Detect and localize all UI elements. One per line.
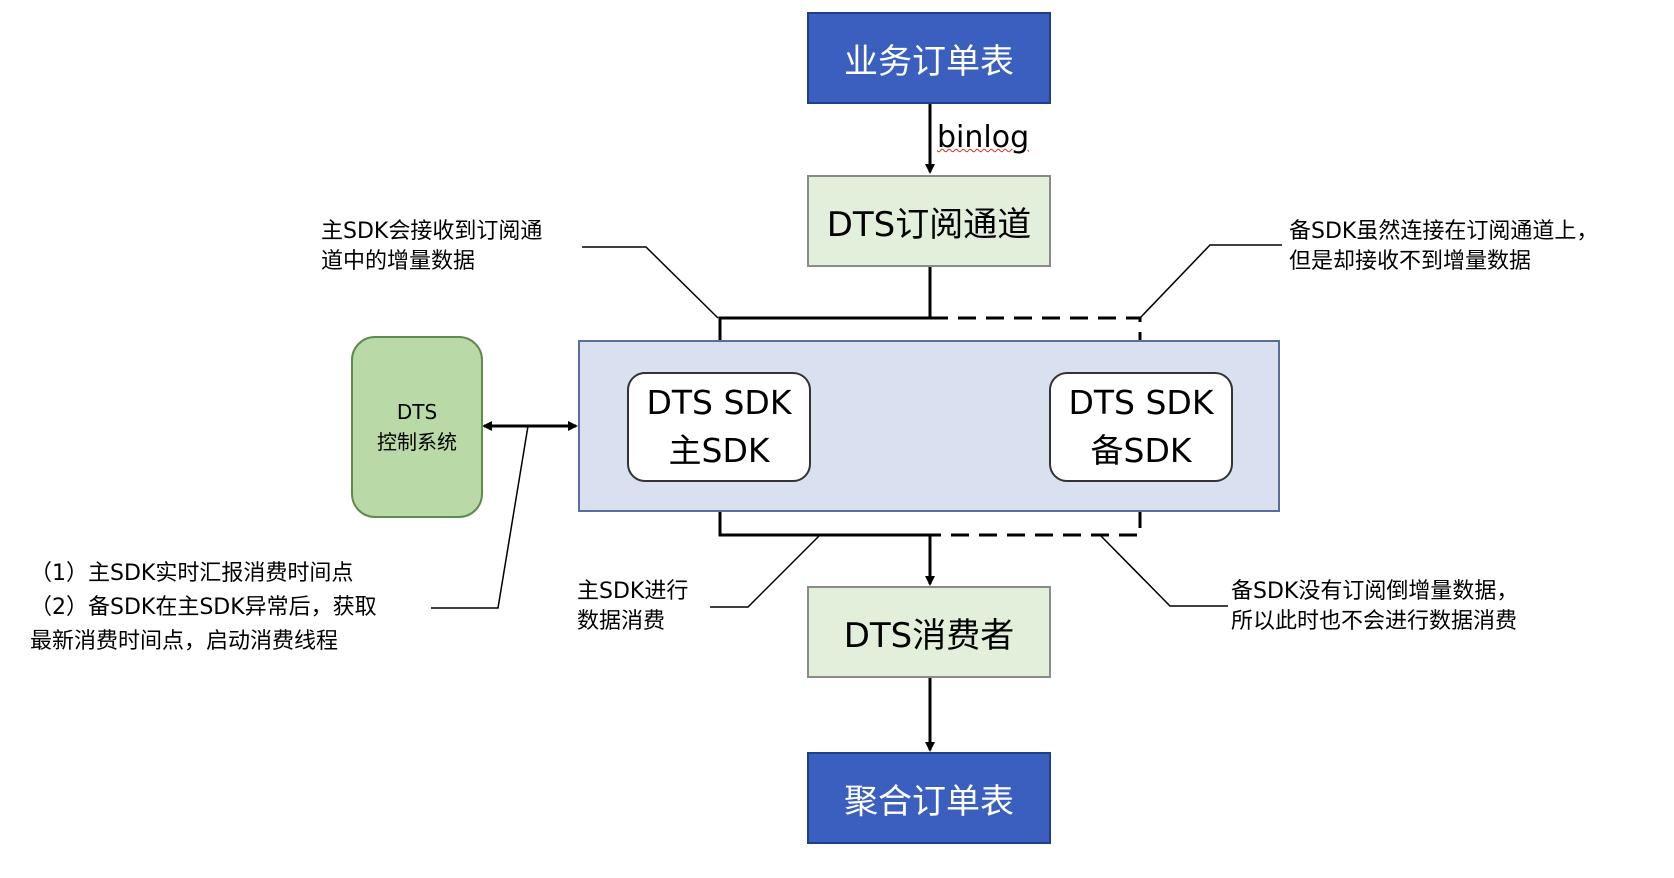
- agg-table-node: 聚合订单表: [807, 752, 1051, 844]
- order-table-node: 业务订单表: [807, 12, 1051, 104]
- backup-sdk-line2: 备SDK: [1090, 431, 1192, 470]
- primary-sdk-node: DTS SDK 主SDK: [627, 372, 811, 482]
- backup-sdk-node: DTS SDK 备SDK: [1049, 372, 1233, 482]
- control-system-line1: DTS: [396, 400, 438, 424]
- note-primary-receive: 主SDK会接收到订阅通 道中的增量数据: [321, 219, 543, 274]
- note-primary-consume: 主SDK进行 数据消费: [577, 579, 689, 634]
- callout-backup-connected: [1139, 244, 1282, 319]
- note-backup-no-consume: 备SDK没有订阅倒增量数据， 所以此时也不会进行数据消费: [1231, 579, 1519, 634]
- note-control-duties: （1）主SDK实时汇报消费时间点 （2）备SDK在主SDK异常后，获取 最新消费…: [30, 561, 377, 654]
- control-system-line2: 控制系统: [377, 430, 457, 454]
- callout-backup-no-consume: [1099, 534, 1228, 607]
- backup-sdk-line1: DTS SDK: [1068, 383, 1214, 422]
- primary-sdk-line1: DTS SDK: [646, 383, 792, 422]
- dts-channel-node: DTS订阅通道: [807, 175, 1051, 267]
- callout-primary-receive: [582, 246, 719, 319]
- callout-primary-consume: [710, 534, 821, 608]
- control-system-node: DTS 控制系统: [351, 336, 483, 518]
- primary-sdk-line2: 主SDK: [668, 431, 770, 470]
- dts-consumer-node: DTS消费者: [807, 586, 1051, 678]
- note-backup-connected: 备SDK虽然连接在订阅通道上， 但是却接收不到增量数据: [1289, 219, 1599, 274]
- binlog-label: binlog: [937, 120, 1030, 155]
